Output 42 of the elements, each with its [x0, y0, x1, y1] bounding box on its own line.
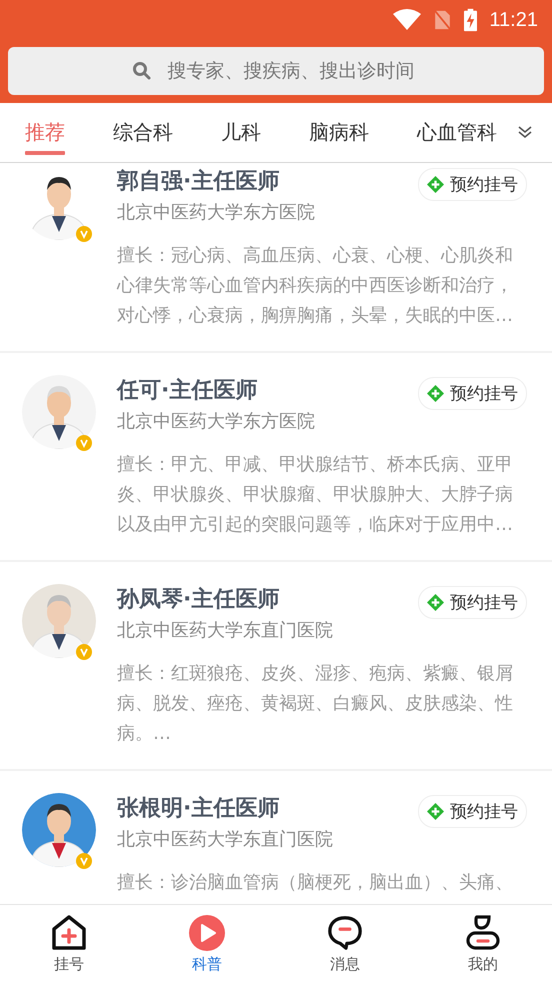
- specialty-description: 擅长：红斑狼疮、皮炎、湿疹、疱病、紫癜、银屑病、脱发、痤疮、黄褐斑、白癜风、皮肤感染、性病。…: [117, 662, 514, 746]
- doctor-name: 任可·主任医师: [117, 376, 258, 405]
- plus-diamond-icon: [427, 594, 444, 611]
- nav-tab[interactable]: 我的: [414, 905, 552, 983]
- doctor-name: 张根明·主任医师: [117, 794, 280, 823]
- category-tab[interactable]: 心血管科: [400, 103, 514, 162]
- hospital-name: 北京中医药大学东直门医院: [117, 619, 333, 643]
- verified-badge-icon: [76, 644, 92, 660]
- house-cross-icon: [51, 914, 87, 950]
- nav-tab[interactable]: 科普: [138, 905, 276, 983]
- battery-charging-icon: [464, 8, 478, 32]
- no-sim-icon: [433, 9, 452, 31]
- chat-bubble-icon: [327, 914, 363, 950]
- book-appointment-button[interactable]: 预约挂号: [418, 377, 527, 410]
- nav-tab[interactable]: 挂号: [0, 905, 138, 983]
- nav-tab[interactable]: 消息: [276, 905, 414, 983]
- book-appointment-button[interactable]: 预约挂号: [418, 168, 527, 201]
- user-icon: [465, 914, 501, 950]
- status-time: 11:21: [489, 8, 538, 32]
- verified-badge-icon: [76, 435, 92, 451]
- plus-diamond-icon: [427, 803, 444, 820]
- doctor-name: 郭自强·主任医师: [117, 168, 280, 196]
- doctor-name: 孙凤琴·主任医师: [117, 586, 280, 614]
- hospital-name: 北京中医药大学东直门医院: [117, 828, 333, 852]
- specialty-description: 擅长：诊治脑血管病（脑梗死，脑出血）、头痛、: [117, 871, 514, 895]
- plus-diamond-icon: [427, 176, 444, 193]
- verified-badge-icon: [76, 853, 92, 869]
- hospital-name: 北京中医药大学东方医院: [117, 410, 315, 434]
- wifi-icon: [393, 9, 422, 31]
- verified-badge-icon: [76, 226, 92, 242]
- book-appointment-button[interactable]: 预约挂号: [418, 795, 527, 828]
- category-tab[interactable]: 综合科: [96, 103, 190, 162]
- category-tab[interactable]: 脑病科: [292, 103, 386, 162]
- play-icon: [189, 914, 225, 950]
- specialty-description: 擅长：甲亢、甲减、甲状腺结节、桥本氏病、亚甲炎、甲状腺炎、甲状腺瘤、甲状腺肿大、大脖子病以及由甲亢引起的突眼问题等，临床对于应用中…: [117, 453, 514, 537]
- specialty-description: 擅长：冠心病、高血压病、心衰、心梗、心肌炎和心律失常等心血管内科疾病的中西医诊断和治疗，对心悸，心衰病，胸痹胸痛，头晕，失眠的中医…: [117, 244, 514, 328]
- hospital-name: 北京中医药大学东方医院: [117, 201, 315, 225]
- plus-diamond-icon: [427, 385, 444, 402]
- search-field[interactable]: 搜专家、搜疾病、搜出诊时间: [8, 47, 544, 95]
- expand-chevron-icon[interactable]: [517, 125, 533, 139]
- category-tab[interactable]: 儿科: [204, 103, 278, 162]
- book-appointment-button[interactable]: 预约挂号: [418, 586, 527, 619]
